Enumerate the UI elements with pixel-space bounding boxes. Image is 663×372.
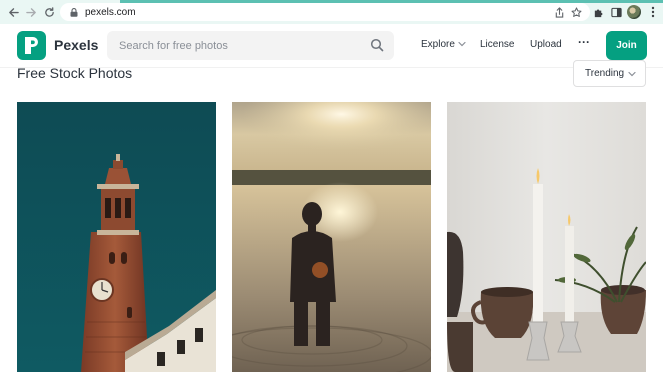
back-arrow-icon: [8, 7, 19, 17]
browser-toolbar: pexels.com: [0, 0, 663, 24]
search-input[interactable]: [107, 31, 394, 60]
photo-card-candles[interactable]: [447, 102, 646, 372]
browser-menu-icon[interactable]: [646, 5, 660, 19]
search-bar[interactable]: [107, 31, 394, 60]
address-bar[interactable]: pexels.com: [60, 3, 590, 21]
nav-license[interactable]: License: [480, 39, 514, 50]
silhouette-sunset-image: [232, 102, 431, 372]
page-title: Free Stock Photos: [17, 65, 133, 81]
sort-selected-value: Trending: [585, 68, 625, 79]
chevron-down-icon: [458, 41, 466, 47]
side-panel-icon[interactable]: [609, 5, 623, 19]
reload-button[interactable]: [42, 5, 56, 19]
sort-dropdown[interactable]: Trending: [573, 60, 646, 87]
nav-explore[interactable]: Explore: [421, 39, 455, 50]
search-icon[interactable]: [370, 38, 384, 52]
profile-avatar[interactable]: [627, 5, 641, 19]
lock-icon: [70, 7, 78, 17]
join-button[interactable]: Join: [606, 31, 647, 60]
candles-image: [447, 102, 646, 372]
extensions-puzzle-icon[interactable]: [591, 5, 605, 19]
bookmark-star-icon[interactable]: [569, 5, 583, 19]
site-header: Pexels Explore License Upload ··· Join: [0, 24, 663, 68]
reload-icon: [44, 6, 54, 17]
address-url: pexels.com: [85, 6, 136, 18]
back-button[interactable]: [6, 5, 20, 19]
clock-tower-image: [17, 102, 216, 372]
nav-upload[interactable]: Upload: [530, 39, 562, 50]
forward-button[interactable]: [24, 5, 38, 19]
photo-card-clock-tower[interactable]: [17, 102, 216, 372]
more-menu-button[interactable]: ···: [578, 35, 590, 49]
brand-name[interactable]: Pexels: [54, 37, 98, 53]
share-icon[interactable]: [552, 5, 566, 19]
forward-arrow-icon: [25, 7, 36, 17]
photo-card-silhouette-sunset[interactable]: [232, 102, 431, 372]
pexels-logo-icon[interactable]: [17, 31, 46, 60]
chevron-down-icon: [628, 71, 636, 77]
